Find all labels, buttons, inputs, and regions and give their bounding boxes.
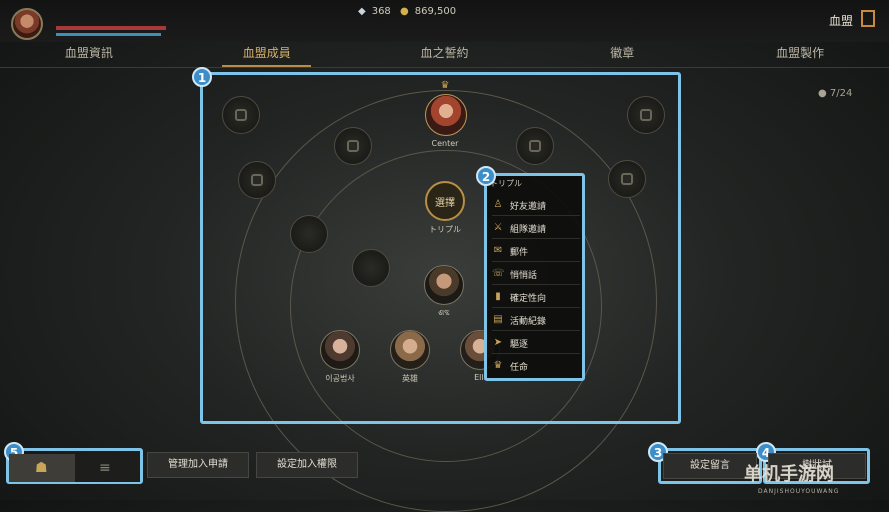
- hp-bar: [56, 26, 166, 30]
- gem-icon: ◆: [358, 6, 366, 17]
- clan-exit-icon[interactable]: [861, 10, 875, 27]
- tab-bar: 血盟資訊 血盟成員 血之誓約 徽章 血盟製作: [0, 42, 889, 68]
- set-notice-button[interactable]: 設定留言: [663, 453, 757, 479]
- gold-coin-icon: ●: [399, 6, 409, 17]
- member-icon: ●: [818, 88, 827, 99]
- member-count-value: 7/24: [829, 88, 853, 99]
- currency-display: ◆ 368 ● 869,500: [358, 6, 462, 17]
- gem-count: 368: [371, 6, 391, 17]
- tree-view-toggle[interactable]: ☗: [9, 454, 75, 482]
- tab-clan-crafting[interactable]: 血盟製作: [711, 42, 889, 68]
- list-view-icon: ≡: [99, 460, 111, 476]
- tab-clan-members[interactable]: 血盟成員: [178, 42, 356, 68]
- tab-divider: [0, 67, 889, 68]
- player-avatar[interactable]: [11, 8, 43, 40]
- set-permissions-button[interactable]: 設定加入權限: [256, 452, 358, 478]
- tree-view-icon: ☗: [35, 460, 48, 476]
- highlight-box-tree: [200, 72, 681, 424]
- tab-emblem[interactable]: 徽章: [533, 42, 711, 68]
- highlight-box-menu: [484, 173, 585, 381]
- clan-title: 血盟: [828, 14, 853, 28]
- mp-bar: [56, 33, 161, 36]
- manage-requests-button[interactable]: 管理加入申請: [147, 452, 249, 478]
- tab-blood-oath[interactable]: 血之誓約: [356, 42, 534, 68]
- watermark-logo: 单机手游网: [744, 464, 834, 485]
- step-badge-2: 2: [476, 166, 496, 186]
- list-view-toggle[interactable]: ≡: [75, 454, 140, 482]
- tab-clan-info[interactable]: 血盟資訊: [0, 42, 178, 68]
- gold-count: 869,500: [414, 6, 457, 17]
- member-counter: ● 7/24: [818, 88, 852, 99]
- watermark-subtitle: DANJISHOUYOUWANG: [758, 488, 840, 495]
- step-badge-1: 1: [192, 67, 212, 87]
